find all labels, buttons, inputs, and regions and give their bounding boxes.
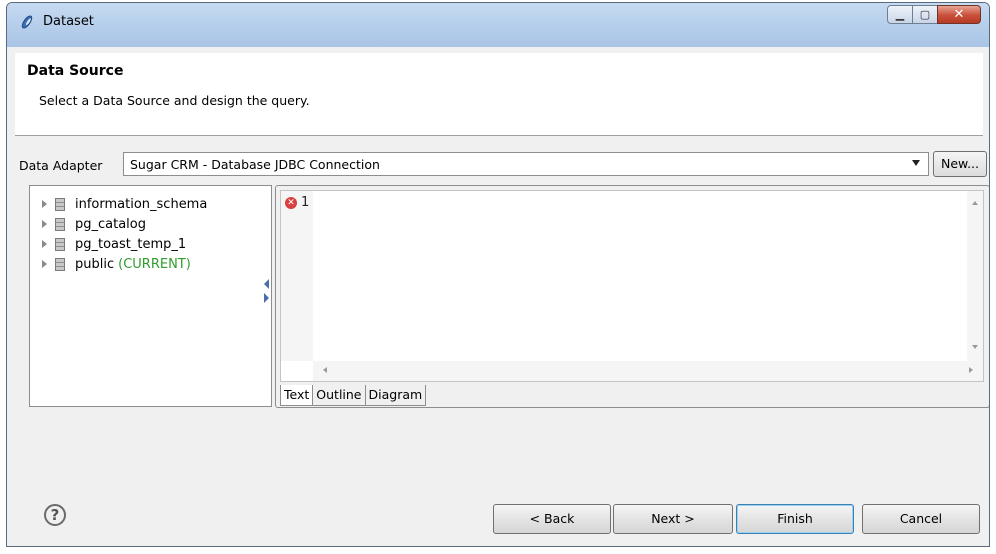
schema-tree[interactable]: information_schema pg_catalog pg_toast_t… xyxy=(29,185,272,407)
window-controls: ▁ ▢ ✕ xyxy=(887,5,981,25)
tab-diagram[interactable]: Diagram xyxy=(364,385,427,406)
panel-splitter[interactable] xyxy=(264,279,270,315)
line-number-ruler: ✕ 1 xyxy=(281,191,313,361)
data-adapter-select[interactable]: Sugar CRM - Database JDBC Connection xyxy=(123,152,929,176)
new-adapter-button[interactable]: New... xyxy=(933,151,987,177)
minimize-button[interactable]: ▁ xyxy=(887,5,913,24)
help-icon[interactable]: ? xyxy=(44,504,66,526)
data-adapter-label: Data Adapter xyxy=(19,158,103,173)
page-subtitle: Select a Data Source and design the quer… xyxy=(39,93,310,108)
tree-item-label: pg_toast_temp_1 xyxy=(75,236,187,252)
close-icon: ✕ xyxy=(953,7,965,22)
scroll-up-icon[interactable] xyxy=(972,201,978,205)
error-icon: ✕ xyxy=(285,197,297,209)
tree-item-label: public xyxy=(75,256,115,272)
dataset-dialog: Dataset ▁ ▢ ✕ Data Source Select a Data … xyxy=(6,2,990,547)
window-title: Dataset xyxy=(43,14,94,29)
scroll-down-icon[interactable] xyxy=(972,345,978,349)
tree-item-information-schema[interactable]: information_schema xyxy=(42,194,271,214)
current-schema-badge: (CURRENT) xyxy=(118,256,191,272)
vertical-scrollbar[interactable] xyxy=(967,191,983,361)
database-icon xyxy=(55,257,65,271)
finish-button[interactable]: Finish xyxy=(736,504,854,534)
tab-text[interactable]: Text xyxy=(280,385,314,406)
data-adapter-value: Sugar CRM - Database JDBC Connection xyxy=(130,157,380,172)
maximize-button[interactable]: ▢ xyxy=(912,5,938,24)
wizard-header: Data Source Select a Data Source and des… xyxy=(15,53,983,136)
next-button[interactable]: Next > xyxy=(613,504,733,534)
back-button[interactable]: < Back xyxy=(493,504,611,534)
tree-item-label: pg_catalog xyxy=(75,216,146,232)
close-button[interactable]: ✕ xyxy=(937,5,981,24)
expand-arrow-icon[interactable] xyxy=(42,260,47,268)
page-title: Data Source xyxy=(27,63,124,79)
editor-tabs: Text Outline Diagram xyxy=(280,385,427,407)
tree-item-pg-catalog[interactable]: pg_catalog xyxy=(42,214,271,234)
query-editor[interactable]: ✕ 1 xyxy=(280,190,984,382)
chevron-down-icon[interactable] xyxy=(912,160,920,166)
expand-arrow-icon[interactable] xyxy=(42,200,47,208)
tree-item-public[interactable]: public (CURRENT) xyxy=(42,254,271,274)
scroll-left-icon[interactable] xyxy=(323,367,327,373)
title-bar: Dataset ▁ ▢ ✕ xyxy=(7,3,989,47)
query-editor-panel: ✕ 1 Text Outline Diagram xyxy=(275,185,989,408)
expand-arrow-icon[interactable] xyxy=(42,240,47,248)
line-number: 1 xyxy=(301,195,310,210)
tab-outline[interactable]: Outline xyxy=(312,385,366,406)
tree-item-label: information_schema xyxy=(75,196,208,212)
maximize-icon: ▢ xyxy=(919,8,931,21)
tree-item-pg-toast-temp-1[interactable]: pg_toast_temp_1 xyxy=(42,234,271,254)
expand-arrow-icon[interactable] xyxy=(42,220,47,228)
collapse-left-icon[interactable] xyxy=(264,279,269,289)
horizontal-scrollbar[interactable] xyxy=(313,361,983,381)
app-icon xyxy=(21,15,33,29)
cancel-button[interactable]: Cancel xyxy=(862,504,980,534)
minimize-icon: ▁ xyxy=(895,8,905,21)
collapse-right-icon[interactable] xyxy=(264,293,269,303)
scroll-right-icon[interactable] xyxy=(969,367,973,373)
database-icon xyxy=(55,217,65,231)
database-icon xyxy=(55,237,65,251)
database-icon xyxy=(55,197,65,211)
